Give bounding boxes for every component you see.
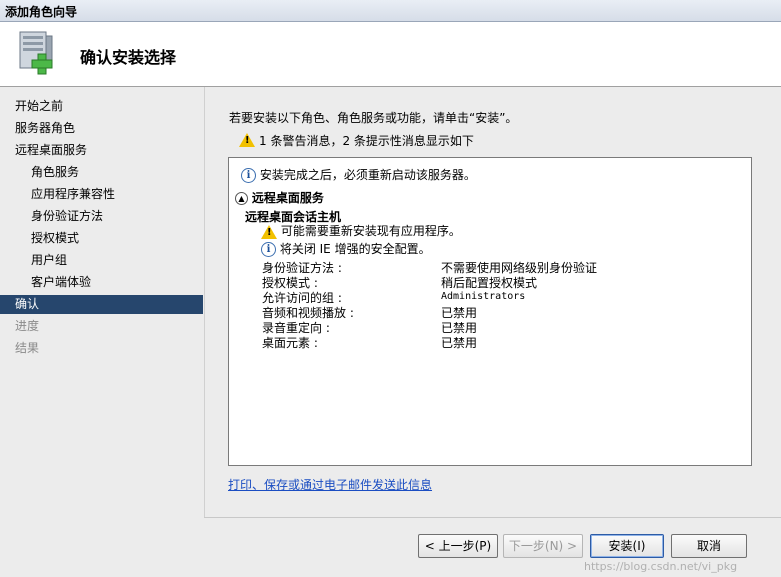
step-role-services[interactable]: 角色服务	[0, 163, 203, 182]
step-label: 角色服务	[31, 165, 80, 179]
server-add-icon	[19, 31, 53, 75]
step-application-compatibility[interactable]: 应用程序兼容性	[0, 185, 203, 204]
step-label: 用户组	[31, 253, 68, 267]
cancel-button[interactable]: 取消	[671, 534, 747, 558]
warning-message: 可能需要重新安装现有应用程序。	[261, 222, 461, 239]
setting-value: 已禁用	[441, 336, 478, 350]
wizard-header: 确认安装选择	[0, 22, 781, 87]
warning-text: 可能需要重新安装现有应用程序。	[280, 224, 461, 238]
setting-value: 稍后配置授权模式	[441, 276, 538, 290]
next-button[interactable]: 下一步(N) >	[503, 534, 583, 558]
footer-divider	[204, 517, 781, 518]
step-label: 身份验证方法	[31, 209, 104, 223]
step-label: 授权模式	[31, 231, 80, 245]
step-confirmation[interactable]: 确认	[0, 295, 203, 314]
title-bar: 添加角色向导	[0, 0, 781, 22]
step-label: 远程桌面服务	[15, 143, 88, 157]
step-label: 应用程序兼容性	[31, 187, 116, 201]
info-icon: i	[241, 168, 256, 183]
restart-notice-text: 安装完成之后，必须重新启动该服务器。	[259, 168, 476, 182]
warning-icon	[239, 132, 255, 147]
step-remote-desktop-services[interactable]: 远程桌面服务	[0, 141, 203, 160]
collapse-icon[interactable]: ▲	[235, 192, 248, 205]
step-authentication-method[interactable]: 身份验证方法	[0, 207, 203, 226]
ie-security-notice: i 将关闭 IE 增强的安全配置。	[261, 240, 431, 257]
step-licensing-mode[interactable]: 授权模式	[0, 229, 203, 248]
section-title: 远程桌面服务	[251, 191, 324, 205]
step-progress: 进度	[0, 317, 203, 336]
ie-notice-text: 将关闭 IE 增强的安全配置。	[279, 242, 431, 256]
step-label: 确认	[15, 297, 40, 311]
wizard-steps-sidebar: 开始之前 服务器角色 远程桌面服务 角色服务 应用程序兼容性 身份验证方法 授权…	[0, 87, 203, 577]
window-title: 添加角色向导	[5, 5, 78, 19]
watermark-text: https://blog.csdn.net/vi_pkg	[584, 560, 738, 573]
confirmation-details-box[interactable]: i 安装完成之后，必须重新启动该服务器。 ▲ 远程桌面服务 远程桌面会话主机 可…	[228, 157, 752, 466]
section-header[interactable]: ▲ 远程桌面服务	[235, 189, 324, 206]
step-label: 进度	[15, 319, 40, 333]
step-label: 结果	[15, 341, 40, 355]
restart-notice: i 安装完成之后，必须重新启动该服务器。	[241, 166, 476, 183]
step-label: 服务器角色	[15, 121, 76, 135]
step-label: 开始之前	[15, 99, 64, 113]
setting-key: 桌面元素 :	[262, 336, 318, 350]
step-label: 客户端体验	[31, 275, 92, 289]
message-summary: 1 条警告消息，2 条提示性消息显示如下	[239, 132, 474, 148]
intro-text: 若要安装以下角色、角色服务或功能，请单击“安装”。	[229, 111, 518, 125]
summary-text: 1 条警告消息，2 条提示性消息显示如下	[259, 134, 474, 148]
warning-icon	[261, 224, 277, 239]
print-save-email-link[interactable]: 打印、保存或通过电子邮件发送此信息	[228, 476, 432, 493]
install-button[interactable]: 安装(I)	[590, 534, 664, 558]
step-client-experience[interactable]: 客户端体验	[0, 273, 203, 292]
info-icon: i	[261, 242, 276, 257]
setting-value: Administrators	[441, 291, 526, 302]
page-title: 确认安装选择	[80, 48, 177, 67]
previous-button[interactable]: < 上一步(P)	[418, 534, 498, 558]
step-server-roles[interactable]: 服务器角色	[0, 119, 203, 138]
step-before-you-begin[interactable]: 开始之前	[0, 97, 203, 116]
step-user-groups[interactable]: 用户组	[0, 251, 203, 270]
step-results: 结果	[0, 339, 203, 358]
